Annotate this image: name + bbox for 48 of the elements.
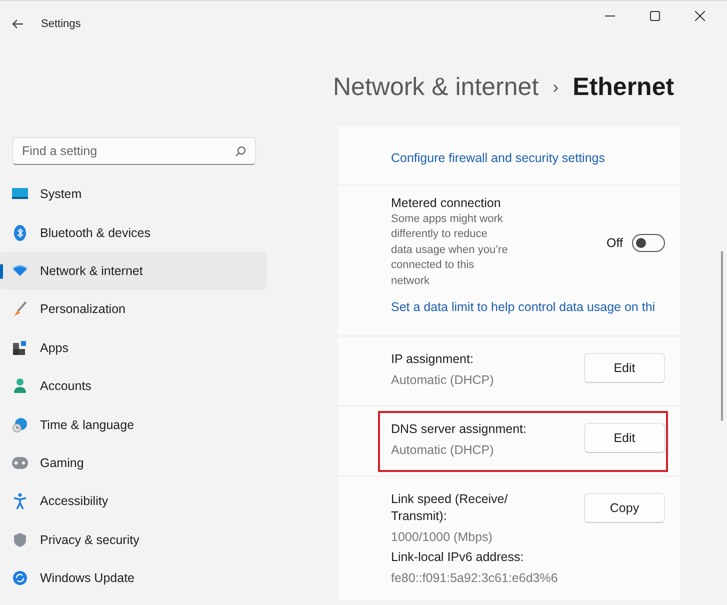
property-label: DNS server assignment: — [391, 421, 528, 438]
brush-icon — [11, 300, 29, 318]
property-label: Link speed (Receive/ Transmit): — [391, 491, 509, 526]
setting-title: Metered connection — [391, 196, 502, 210]
property-value: fe80::f091:5a92:3c61:e6d3%6 — [391, 571, 559, 586]
shield-icon — [11, 530, 29, 549]
action-button[interactable]: Copy — [584, 493, 665, 524]
close-icon[interactable] — [695, 11, 705, 21]
sidebar-item[interactable]: Privacy & security — [0, 520, 267, 559]
property-value: 1000/1000 (Mbps) — [391, 530, 494, 544]
property-label: IP assignment: — [391, 351, 474, 368]
bluetooth-icon — [11, 224, 29, 242]
selection-indicator — [0, 264, 3, 279]
maximize-icon[interactable] — [650, 11, 660, 21]
action-button[interactable]: Edit — [584, 353, 665, 384]
apps-icon — [11, 338, 29, 357]
setting-description: Some apps might work differently to reduce data usage when you’re connected to this network — [391, 212, 509, 289]
sidebar-item[interactable]: Personalization — [0, 290, 267, 329]
sidebar-item[interactable]: Bluetooth & devices — [0, 213, 267, 252]
sidebar-item[interactable]: Network & internet — [0, 252, 267, 290]
sidebar-item[interactable]: Apps — [0, 328, 267, 367]
scrollbar[interactable] — [721, 251, 723, 421]
sidebar-item[interactable]: Accounts — [0, 366, 267, 406]
sidebar-item[interactable]: Time & language — [0, 405, 267, 444]
toggle-state-label: Off — [606, 236, 623, 250]
toggle-switch[interactable] — [632, 234, 665, 252]
property-value: Automatic (DHCP) — [391, 443, 495, 458]
accessibility-figure-icon — [11, 492, 29, 510]
breadcrumb-link[interactable]: Network & internet — [333, 72, 539, 102]
minimize-icon[interactable] — [605, 15, 615, 17]
globe-clock-icon — [11, 416, 29, 434]
property-value: Automatic (DHCP) — [391, 373, 495, 388]
sidebar-item[interactable]: Windows Update — [0, 558, 267, 598]
sidebar-item[interactable]: Accessibility — [0, 482, 267, 521]
back-arrow-icon[interactable] — [12, 18, 24, 28]
person-icon — [11, 377, 29, 396]
breadcrumb-separator: › — [552, 76, 559, 98]
property-label: Link-local IPv6 address: — [391, 549, 525, 566]
page-title: Ethernet — [572, 72, 674, 102]
sidebar-item[interactable]: System — [0, 175, 267, 214]
sidebar-item[interactable]: Gaming — [0, 444, 267, 482]
sync-icon — [11, 569, 29, 588]
action-button[interactable]: Edit — [584, 423, 665, 454]
link[interactable]: Configure firewall and security settings — [391, 151, 605, 165]
search-icon — [235, 146, 246, 156]
link[interactable]: Set a data limit to help control data usage on thi — [391, 300, 656, 314]
search-field[interactable]: Find a setting — [12, 137, 256, 165]
window-title: Settings — [41, 18, 81, 30]
